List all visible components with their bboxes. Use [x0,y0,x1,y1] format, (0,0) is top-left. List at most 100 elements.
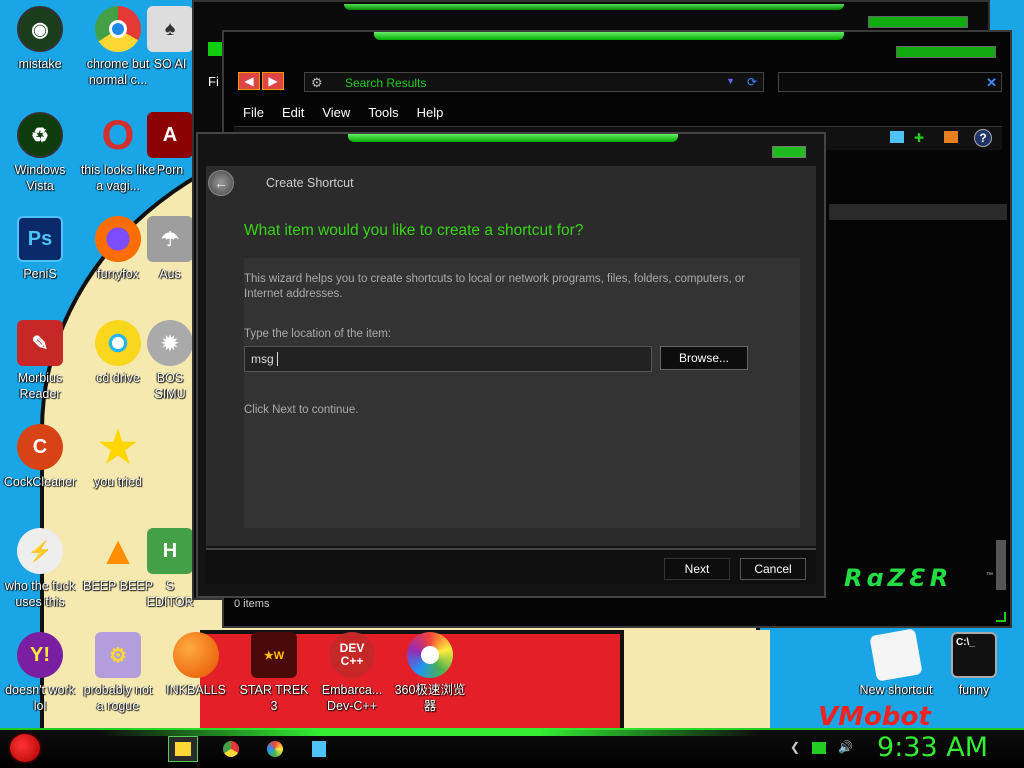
location-input[interactable]: msg [244,346,652,372]
taskbar-glow [100,728,760,736]
wizard-description: This wizard helps you to create shortcut… [244,273,746,300]
cmd-icon: C:\_ [951,632,997,678]
menu-bar: File Edit View Tools Help [234,102,1002,124]
desktop-icon-cockcleaner[interactable]: C CockCleaner [0,418,80,490]
resize-grip[interactable] [996,612,1006,622]
clear-search-icon[interactable]: ✕ [986,75,997,91]
system-tray: ❮ 🔊 [790,740,853,754]
desktop-icon-label: S EDITOR [146,579,194,609]
window-controls[interactable] [896,46,996,58]
wizard-panel: This wizard helps you to create shortcut… [244,258,800,528]
taskbar-shortcut[interactable] [304,736,334,762]
desktop-icon-360-browser[interactable]: 360极速浏览器 [390,626,470,714]
window-glow-bar [374,32,844,40]
address-bar[interactable]: ⚙ Search Results ▼ ⟳ [304,72,764,92]
desktop-icon-star-trek-3[interactable]: ★W STAR TREK 3 [234,626,314,714]
desktop-icon-doesnt-work[interactable]: Y! doesn't work lol [0,626,80,714]
column-header [829,204,1007,220]
menu-view[interactable]: View [313,102,359,124]
menu-edit[interactable]: Edit [273,102,313,124]
desktop-icon-label: New shortcut [859,683,933,697]
dialog-body: ← Create Shortcut What item would you li… [206,166,816,546]
app-icon: ☂ [147,216,193,262]
window-glow-bar [344,4,844,10]
dialog-heading: What item would you like to create a sho… [244,222,584,239]
refresh-icon[interactable]: ⟳ [747,75,757,89]
continue-hint: Click Next to continue. [244,404,359,416]
trademark-mark: ™ [986,572,993,579]
back-button[interactable]: ◀ [238,72,260,90]
taskbar-chrome[interactable] [216,736,246,762]
desktop-icon-mistake[interactable]: ◉ mistake [0,0,80,72]
folder-icon[interactable] [944,131,958,143]
forward-button[interactable]: ▶ [262,72,284,90]
cancel-button[interactable]: Cancel [740,558,806,580]
folder-icon [175,742,191,756]
add-icon[interactable]: ✚ [914,131,928,145]
desktop-icon-funny[interactable]: C:\_ funny [934,626,1014,698]
clock[interactable]: 9:33 AM [877,732,988,763]
desktop-icon-new-shortcut[interactable]: New shortcut [856,626,936,698]
search-results-icon: ⚙ [311,75,323,90]
chrome-icon [95,6,141,52]
desktop-icon-label: 360极速浏览器 [394,683,466,713]
cd-drive-icon [95,320,141,366]
adobe-icon: A [147,112,193,158]
wallpaper-yellow-area [620,630,770,730]
location-label: Type the location of the item: [244,328,392,340]
back-arrow-icon[interactable]: ← [208,170,234,196]
menu-fragment[interactable]: Fi [208,74,219,89]
desktop-icon-who-uses-this[interactable]: ⚡ who the fuck uses this [0,522,80,610]
desktop-icon-you-tried[interactable]: ★ you tried [78,418,158,490]
next-button[interactable]: Next [664,558,730,580]
browser-360-icon [407,632,453,678]
view-icon[interactable] [890,131,904,143]
editor-icon: H [147,528,193,574]
flash-icon: ⚡ [17,528,63,574]
menu-tools[interactable]: Tools [359,102,407,124]
desktop-icon-morbius-reader[interactable]: ✎ Morbius Reader [0,314,80,402]
close-button[interactable] [772,146,806,158]
dialog-title: Create Shortcut [266,176,354,190]
desktop-icon-label: doesn't work lol [5,683,75,713]
taskbar: ❮ 🔊 9:33 AM [0,728,1024,768]
text-cursor [276,352,278,366]
desktop-icon-s-editor[interactable]: H S EDITOR [140,522,200,610]
menu-file[interactable]: File [234,102,273,124]
desktop-icon-aus[interactable]: ☂ Aus [140,210,200,282]
desktop-icon-label: Embarca... Dev-C++ [321,683,383,713]
ccleaner-icon: C [17,424,63,470]
desktop-icon-label: INKBALLS [166,683,226,697]
desktop-icon-windows-vista[interactable]: ♻ Windows Vista [0,106,80,194]
start-button[interactable] [8,732,48,768]
chevron-down-icon[interactable]: ▼ [726,76,735,86]
desktop-icon-label: BOS SIMU [154,371,186,401]
desktop-icon-penis[interactable]: Ps PeniS [0,210,80,282]
create-shortcut-dialog[interactable]: ← Create Shortcut What item would you li… [196,132,826,598]
window-glow-bar [348,134,678,142]
desktop-icon-bos-simu[interactable]: ✹ BOS SIMU [140,314,200,402]
search-input[interactable]: ✕ [778,72,1002,92]
desktop-icon-probably-not-a-rogue[interactable]: ⚙ probably not a rogue [78,626,158,714]
star-wars-icon: ★W [251,632,297,678]
address-row: ◀ ▶ ⚙ Search Results ▼ ⟳ ✕ [238,72,1002,94]
photoshop-icon: Ps [17,216,63,262]
menu-help[interactable]: Help [408,102,453,124]
desktop-icon-dev-cpp[interactable]: DEV C++ Embarca... Dev-C++ [312,626,392,714]
scrollbar-thumb[interactable] [996,540,1006,590]
desktop-icon-label: CockCleaner [3,475,77,489]
vlc-cone-icon: ▲ [98,528,138,573]
taskbar-360-browser[interactable] [260,736,290,762]
app-icon: ◉ [17,6,63,52]
tray-chevron-icon[interactable]: ❮ [790,740,800,754]
status-bar-text: 0 items [234,598,270,610]
desktop-icon-porn[interactable]: A Porn [140,106,200,178]
help-icon[interactable]: ? [974,129,992,147]
window-controls[interactable] [868,16,968,28]
taskbar-explorer[interactable] [168,736,198,762]
network-icon[interactable] [812,742,827,754]
browse-button[interactable]: Browse... [660,346,748,370]
volume-icon[interactable]: 🔊 [838,740,853,754]
desktop-icon-inkballs[interactable]: INKBALLS [156,626,236,698]
desktop-icon-so-ai[interactable]: ♠ SO AI [140,0,200,72]
